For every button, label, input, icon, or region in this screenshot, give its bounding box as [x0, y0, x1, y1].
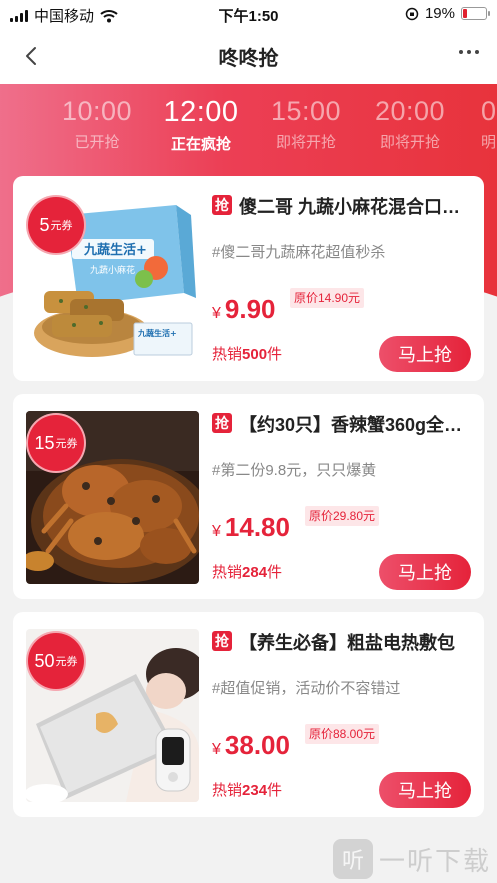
watermark-logo: 听 [332, 839, 373, 879]
battery-percent: 19% [424, 5, 455, 22]
slot-status: 正在疯抢 [170, 136, 231, 153]
status-bar: 中国移动 下午1:50 19% [0, 0, 497, 28]
slot-time: 20:00 [374, 96, 446, 126]
time-slot-15[interactable]: 15:00 即将开抢 [256, 96, 356, 152]
pack-brand-text: 九蔬生活+ [137, 328, 177, 338]
sales-count: 热销284件 [212, 561, 282, 582]
coupon-unit: 元券 [55, 656, 78, 668]
slot-time: 15:00 [270, 96, 342, 126]
coupon-amount: 15 [34, 432, 55, 453]
battery-level [463, 9, 468, 18]
sale-price: ¥14.80 [212, 512, 290, 543]
sales-prefix: 热销 [212, 346, 243, 363]
slot-status: 抢 [0, 131, 25, 152]
product-card[interactable]: 九蔬生活+ 九蔬小麻花 九蔬生活+ 5 元券 抢 傻二哥 九蔬小麻花混合口… #傻… [13, 176, 484, 381]
price-value: 14.80 [224, 512, 290, 542]
sales-count: 热销500件 [212, 343, 282, 364]
sale-price: ¥9.90 [212, 294, 276, 325]
box-sub-text: 九蔬小麻花 [90, 264, 135, 276]
flash-sale-badge: 抢 [212, 631, 232, 651]
time-slot-12-active[interactable]: 12:00 正在疯抢 [151, 96, 251, 154]
status-right: 19% [405, 5, 490, 22]
orientation-lock-icon [405, 7, 419, 20]
navigation-bar: 咚咚抢 [0, 28, 497, 84]
original-price: 原价29.80元 [305, 506, 380, 526]
sales-suffix: 件 [267, 782, 283, 799]
coupon-amount: 50 [34, 650, 55, 671]
time-slot-next[interactable]: 0 明 [471, 96, 497, 152]
slot-time: 12:00 [163, 96, 239, 128]
currency-symbol: ¥ [212, 523, 221, 540]
sales-suffix: 件 [267, 564, 283, 581]
product-subtitle: #傻二哥九蔬麻花超值秒杀 [212, 244, 386, 261]
battery-icon [461, 7, 490, 20]
slot-status: 明 [481, 134, 497, 151]
flash-sale-badge: 抢 [212, 195, 232, 215]
buy-now-button[interactable]: 马上抢 [379, 772, 471, 808]
sales-suffix: 件 [267, 346, 283, 363]
price-value: 38.00 [224, 730, 290, 760]
product-title[interactable]: 傻二哥 九蔬小麻花混合口… [239, 193, 475, 219]
sale-price: ¥38.00 [212, 730, 290, 761]
product-subtitle: #第二份9.8元，只只爆黄 [212, 462, 377, 479]
product-title[interactable]: 【养生必备】粗盐电热敷包 [239, 629, 475, 655]
slot-status: 即将开抢 [275, 134, 336, 151]
sales-number: 500 [242, 346, 268, 363]
slot-time: 00 [0, 96, 25, 127]
coupon-badge: 15 元券 [26, 413, 86, 473]
coupon-amount: 5 [39, 214, 50, 235]
page-title: 咚咚抢 [218, 48, 279, 70]
slot-time: 0 [481, 96, 497, 126]
slot-status: 已开抢 [74, 134, 120, 151]
price-value: 9.90 [224, 294, 276, 324]
sales-number: 234 [242, 782, 268, 799]
time-slot-00[interactable]: 00 抢 [0, 96, 25, 152]
buy-now-button[interactable]: 马上抢 [379, 336, 471, 372]
coupon-badge: 50 元券 [26, 631, 86, 691]
sales-prefix: 热销 [212, 564, 243, 581]
currency-symbol: ¥ [212, 305, 221, 322]
currency-symbol: ¥ [212, 741, 221, 758]
product-card[interactable]: 50 元券 抢 【养生必备】粗盐电热敷包 #超值促销，活动价不容错过 ¥38.00… [13, 612, 484, 817]
time-slot-20[interactable]: 20:00 即将开抢 [360, 96, 460, 152]
product-title[interactable]: 【约30只】香辣蟹360g全… [239, 411, 475, 437]
slot-time: 10:00 [61, 96, 133, 126]
sales-number: 284 [242, 564, 268, 581]
original-price: 原价14.90元 [290, 288, 365, 308]
coupon-badge: 5 元券 [26, 195, 86, 255]
sales-prefix: 热销 [212, 782, 243, 799]
sales-count: 热销234件 [212, 779, 282, 800]
time-slot-10[interactable]: 10:00 已开抢 [47, 96, 147, 152]
more-options-icon[interactable] [459, 50, 479, 54]
coupon-unit: 元券 [55, 438, 78, 450]
original-price: 原价88.00元 [305, 724, 380, 744]
flash-sale-badge: 抢 [212, 413, 232, 433]
product-subtitle: #超值促销，活动价不容错过 [212, 680, 401, 697]
product-card[interactable]: 15 元券 抢 【约30只】香辣蟹360g全… #第二份9.8元，只只爆黄 ¥14… [13, 394, 484, 599]
box-brand-text: 九蔬生活+ [83, 242, 147, 258]
buy-now-button[interactable]: 马上抢 [379, 554, 471, 590]
site-watermark: 听 一听下载 [332, 839, 491, 879]
time-slot-tabs: 00 抢 10:00 已开抢 12:00 正在疯抢 15:00 即将开抢 20:… [0, 96, 497, 162]
coupon-unit: 元券 [50, 220, 73, 232]
slot-status: 即将开抢 [379, 134, 440, 151]
watermark-text: 一听下载 [378, 845, 491, 876]
